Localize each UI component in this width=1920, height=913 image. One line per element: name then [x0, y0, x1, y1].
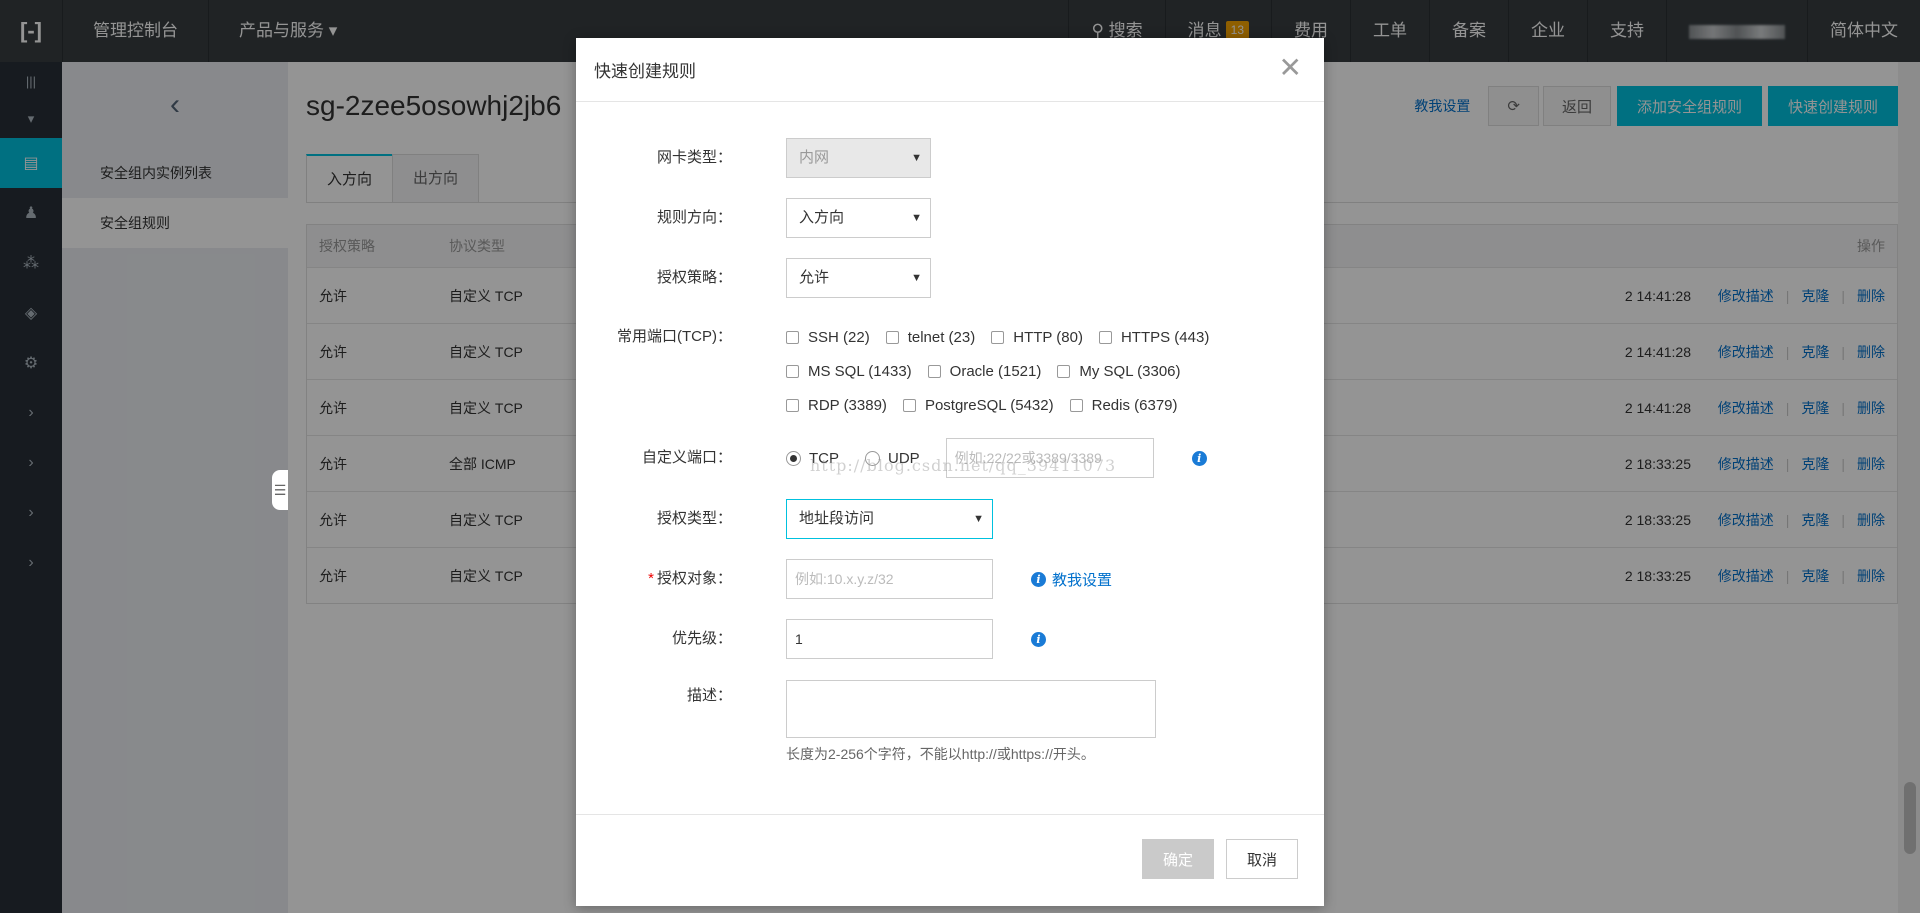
info-icon[interactable]: i — [1031, 631, 1046, 647]
direction-select[interactable]: 入方向 ▼ — [786, 198, 931, 238]
port-checkbox-ssh[interactable]: SSH (22) — [786, 320, 870, 354]
port-checkbox-telnet[interactable]: telnet (23) — [885, 320, 976, 354]
collapse-handle-icon[interactable]: ☰ — [272, 470, 288, 510]
auth-object-label: * 授权对象： — [576, 559, 742, 599]
checkbox-box — [885, 330, 899, 344]
checkbox-box — [991, 330, 1005, 344]
checkbox-box — [1057, 364, 1071, 378]
caret-down-icon: ▼ — [911, 152, 922, 164]
caret-down-icon: ▼ — [911, 212, 922, 224]
nic-type-value: 内网 — [799, 149, 830, 166]
checkbox-box — [786, 364, 799, 378]
nic-type-label: 网卡类型： — [656, 149, 732, 166]
checkbox-box — [927, 364, 941, 378]
port-checkbox-oracle[interactable]: Oracle (1521) — [927, 354, 1042, 388]
port-checkbox-redis[interactable]: Redis (6379) — [1069, 388, 1178, 422]
close-icon[interactable]: ✕ — [1279, 54, 1302, 82]
port-label: Oracle (1521) — [949, 362, 1042, 380]
auth-type-label: 授权类型： — [656, 510, 732, 527]
port-checkbox-postgresql[interactable]: PostgreSQL (5432) — [902, 388, 1054, 422]
port-label: telnet (23) — [907, 328, 976, 346]
radio-dot — [786, 450, 801, 466]
confirm-button[interactable]: 确定 — [1142, 839, 1214, 879]
port-checkbox-rdp[interactable]: RDP (3389) — [786, 388, 887, 422]
port-label: Redis (6379) — [1091, 396, 1178, 414]
description-hint: 长度为2-256个字符，不能以http://或https://开头。 — [786, 746, 1095, 762]
help-link[interactable]: 教我设置 — [1052, 569, 1112, 590]
auth-object-input[interactable]: 例如:10.x.y.z/32 — [786, 559, 993, 599]
nic-type-select: 内网 ▼ — [786, 138, 931, 178]
common-ports-group: SSH (22) telnet (23) HTTP (80) HTTPS (44… — [786, 320, 1226, 422]
description-label: 描述： — [686, 687, 732, 704]
port-label: PostgreSQL (5432) — [924, 396, 1054, 414]
port-label: RDP (3389) — [808, 396, 887, 414]
policy-value: 允许 — [799, 269, 830, 286]
checkbox-box — [1098, 330, 1112, 344]
port-checkbox-mysql[interactable]: My SQL (3306) — [1057, 354, 1181, 388]
policy-label: 授权策略： — [656, 269, 732, 286]
port-checkbox-mssql[interactable]: MS SQL (1433) — [786, 354, 912, 388]
common-ports-label: 常用端口(TCP)： — [617, 328, 732, 345]
auth-type-value: 地址段访问 — [799, 510, 875, 527]
caret-down-icon: ▼ — [911, 272, 922, 284]
watermark-text: http://blog.csdn.net/qq_39411073 — [810, 456, 1117, 475]
dialog-footer: 确定 取消 — [576, 814, 1324, 906]
port-checkbox-http[interactable]: HTTP (80) — [991, 320, 1083, 354]
port-label: SSH (22) — [808, 328, 870, 346]
port-label: HTTP (80) — [1013, 328, 1083, 346]
policy-select[interactable]: 允许 ▼ — [786, 258, 931, 298]
checkbox-box — [786, 330, 799, 344]
port-label: HTTPS (443) — [1120, 328, 1210, 346]
port-label: MS SQL (1433) — [808, 362, 912, 380]
auth-object-label-text: 授权对象： — [656, 570, 732, 587]
checkbox-box — [1069, 398, 1083, 412]
checkbox-box — [902, 398, 916, 412]
description-textarea[interactable] — [786, 680, 1156, 738]
priority-input[interactable]: 1 — [786, 619, 993, 659]
auth-type-select[interactable]: 地址段访问 ▼ — [786, 499, 993, 539]
dialog-title: 快速创建规则 — [594, 62, 696, 81]
info-icon: i — [1031, 571, 1046, 587]
required-asterisk: * — [648, 570, 654, 587]
direction-label: 规则方向： — [656, 209, 732, 226]
port-checkbox-https[interactable]: HTTPS (443) — [1098, 320, 1210, 354]
caret-down-icon: ▼ — [973, 513, 984, 525]
info-icon[interactable]: i — [1191, 450, 1207, 466]
cancel-button[interactable]: 取消 — [1226, 839, 1298, 879]
priority-label: 优先级： — [671, 630, 732, 647]
direction-value: 入方向 — [799, 209, 845, 226]
checkbox-box — [786, 398, 799, 412]
custom-port-label: 自定义端口： — [641, 449, 732, 466]
dialog-header: 快速创建规则 ✕ — [576, 38, 1324, 102]
port-label: My SQL (3306) — [1079, 362, 1181, 380]
